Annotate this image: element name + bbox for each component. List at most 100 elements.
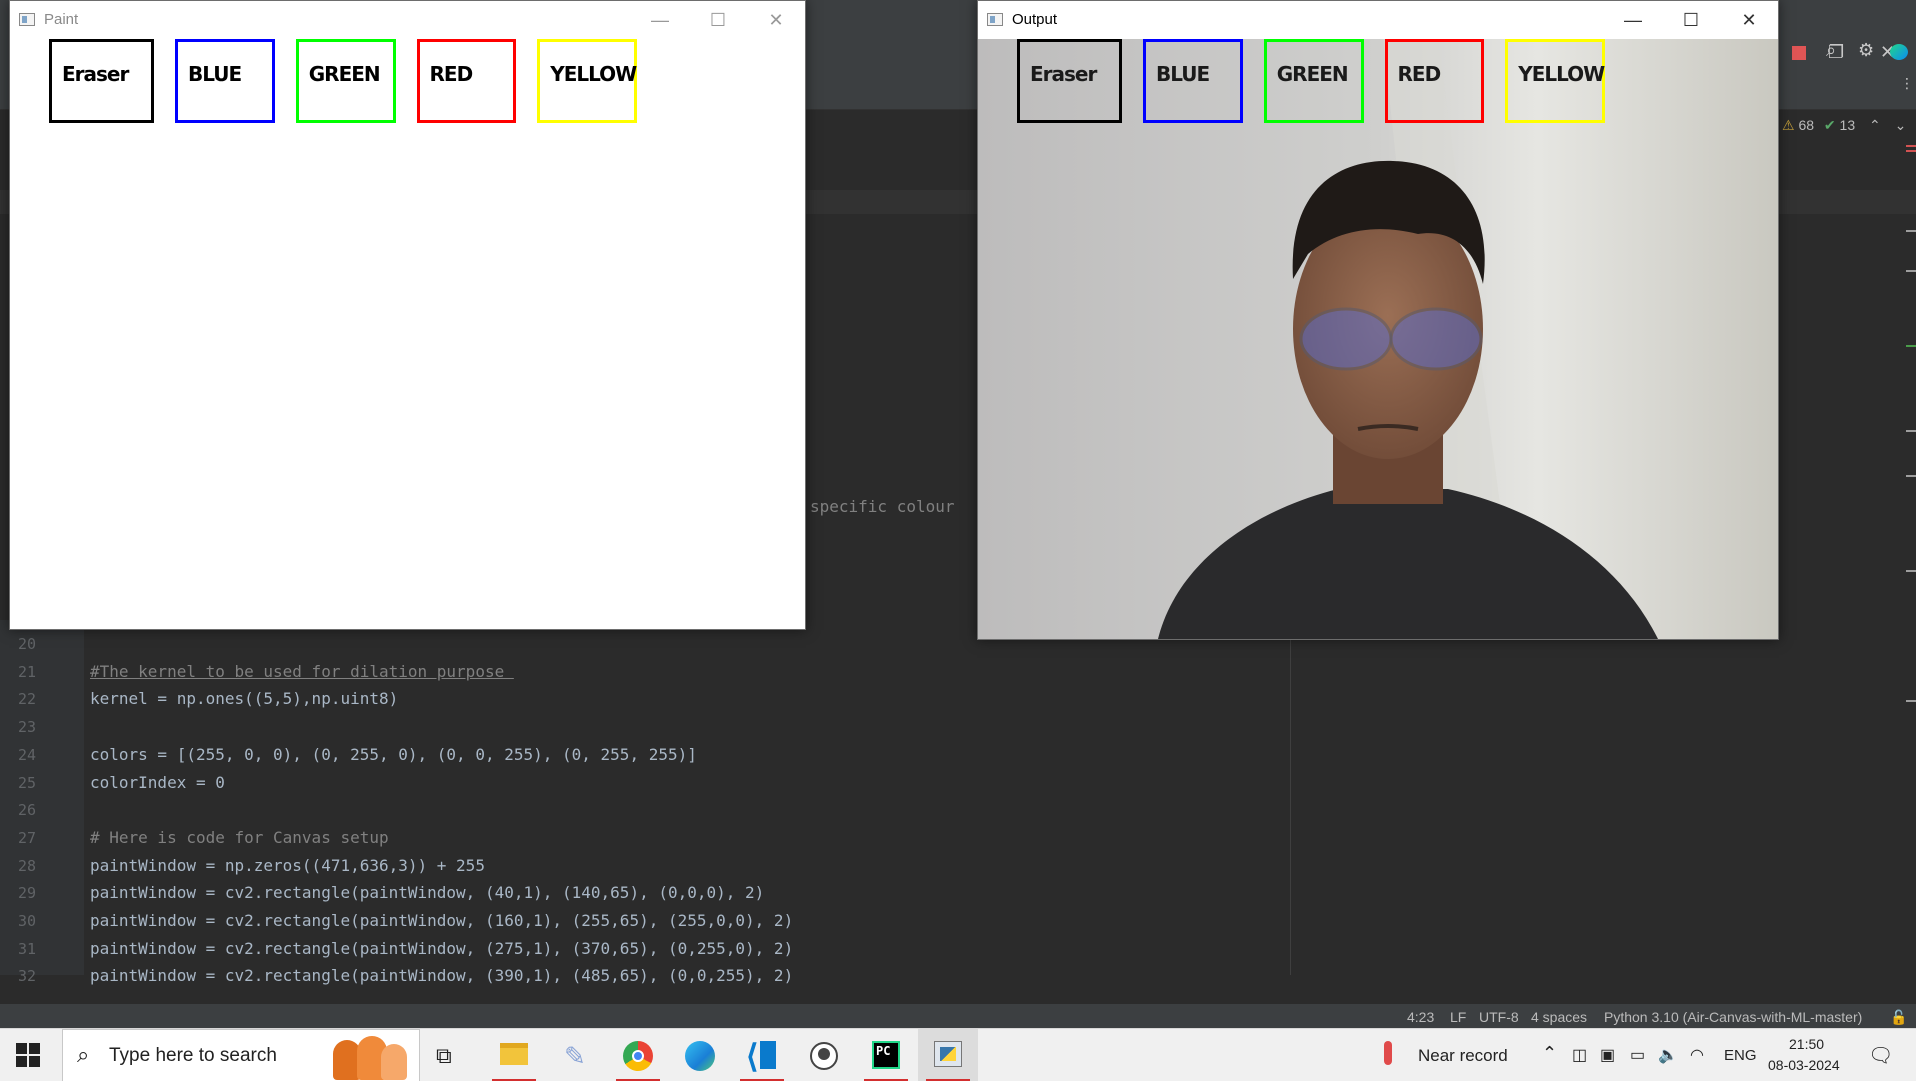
scroll-marker[interactable] <box>1906 270 1916 272</box>
error-marker[interactable] <box>1906 145 1916 147</box>
taskbar-search[interactable]: ⌕ Type here to search <box>62 1029 420 1081</box>
battery-icon[interactable]: ▭ <box>1630 1045 1645 1065</box>
canvas-red-button: RED <box>416 39 517 123</box>
close-button[interactable]: ✕ <box>1720 1 1778 39</box>
clock-time[interactable]: 21:50 <box>1789 1036 1824 1052</box>
line-number: 30 <box>17 912 36 930</box>
stop-icon[interactable] <box>1792 46 1806 60</box>
search-highlight-art <box>313 1034 413 1080</box>
python-icon[interactable] <box>918 1029 978 1081</box>
file-encoding[interactable]: UTF-8 <box>1479 1009 1519 1025</box>
window-title: Paint <box>44 11 79 28</box>
search-icon[interactable]: ⌕ <box>1826 40 1836 61</box>
whatsapp-icon[interactable] <box>794 1029 854 1081</box>
notification-icon[interactable]: 🗨 <box>1868 1043 1893 1068</box>
error-marker[interactable] <box>1906 150 1916 152</box>
scroll-marker[interactable] <box>1906 700 1916 702</box>
chevron-up-icon[interactable]: ⌃ <box>1869 117 1881 133</box>
code-line[interactable]: kernel = np.ones((5,5),np.uint8) <box>90 689 398 708</box>
canvas-green-button: GREEN <box>295 39 396 123</box>
paint-3d-icon[interactable]: ✎ <box>546 1029 606 1081</box>
chrome-icon[interactable] <box>608 1029 668 1081</box>
chevron-down-icon[interactable]: ⌄ <box>1895 117 1907 133</box>
canvas-yellow-button: YELLOW <box>537 39 637 123</box>
code-line[interactable]: colors = [(255, 0, 0), (0, 255, 0), (0, … <box>90 745 697 764</box>
warning-count: 68 <box>1798 117 1815 133</box>
code-line[interactable]: paintWindow = cv2.rectangle(paintWindow,… <box>90 966 793 985</box>
scroll-marker[interactable] <box>1906 570 1916 572</box>
indent-setting[interactable]: 4 spaces <box>1531 1009 1587 1025</box>
chevron-up-icon[interactable]: ⌃ <box>1542 1043 1557 1064</box>
windows-start-icon[interactable] <box>16 1043 40 1067</box>
edge-icon[interactable] <box>670 1029 730 1081</box>
paint-canvas[interactable]: Eraser BLUE GREEN RED YELLOW <box>10 39 805 629</box>
clock-date[interactable]: 08-03-2024 <box>1768 1057 1840 1073</box>
line-number: 25 <box>17 773 36 792</box>
desktop: ❐ ✕ ⌕ ⚙ ⋮ ⚠ 68 ✔ 13 ⌃ ⌄ specific colour … <box>0 0 1916 1081</box>
canvas-yellow-button: YELLOW <box>1505 39 1605 123</box>
code-line[interactable]: #The kernel to be used for dilation purp… <box>90 662 514 681</box>
code-comment-fragment: specific colour <box>810 497 955 516</box>
window-title: Output <box>1012 11 1058 28</box>
thermometer-icon[interactable] <box>1384 1041 1392 1065</box>
code-line[interactable]: # Here is code for Canvas setup <box>90 828 389 847</box>
device-icon[interactable]: ▣ <box>1600 1045 1615 1065</box>
warning-icon: ⚠ <box>1782 117 1795 133</box>
line-number: 29 <box>17 884 36 903</box>
canvas-blue-button: BLUE <box>175 39 275 123</box>
assistant-icon[interactable] <box>1890 44 1908 60</box>
scroll-marker[interactable] <box>1906 475 1916 477</box>
code-line[interactable]: colorIndex = 0 <box>90 773 225 792</box>
language-indicator[interactable]: ENG <box>1724 1047 1757 1064</box>
cursor-position[interactable]: 4:23 <box>1407 1009 1434 1025</box>
task-view-icon[interactable]: ⧉ <box>436 1043 452 1069</box>
inspection-widget[interactable]: ⚠ 68 ✔ 13 ⌃ ⌄ <box>1782 117 1906 134</box>
taskbar: ⌕ Type here to search ⧉ ✎ ⟨ PC Near reco… <box>0 1028 1916 1081</box>
vscode-icon[interactable]: ⟨ <box>732 1029 792 1081</box>
minimize-button[interactable]: — <box>1604 1 1662 39</box>
output-overlay: Eraser BLUE GREEN RED YELLOW <box>978 39 1778 639</box>
python-interpreter[interactable]: Python 3.10 (Air-Canvas-with-ML-master) <box>1604 1009 1862 1025</box>
canvas-green-button: GREEN <box>1263 39 1364 123</box>
ok-count: 13 <box>1839 117 1856 133</box>
line-number: 20 <box>17 635 36 653</box>
maximize-button[interactable]: ☐ <box>689 1 747 39</box>
change-marker[interactable] <box>1906 345 1916 347</box>
gear-icon[interactable]: ⚙ <box>1858 40 1874 61</box>
file-explorer-icon[interactable] <box>484 1029 544 1081</box>
canvas-blue-button: BLUE <box>1143 39 1243 123</box>
app-icon <box>987 13 1003 26</box>
line-number: 28 <box>17 856 36 875</box>
line-number: 21 <box>17 662 36 681</box>
volume-icon[interactable]: 🔈 <box>1658 1045 1678 1065</box>
code-line[interactable]: paintWindow = cv2.rectangle(paintWindow,… <box>90 883 764 902</box>
more-icon[interactable]: ⋮ <box>1900 76 1914 92</box>
right-margin-guide <box>1290 620 1291 975</box>
wifi-icon[interactable]: ◠ <box>1690 1045 1704 1065</box>
maximize-button[interactable]: ☐ <box>1662 1 1720 39</box>
line-number: 32 <box>17 967 36 986</box>
lock-icon[interactable]: 🔓 <box>1890 1009 1907 1026</box>
canvas-eraser-button: Eraser <box>1017 39 1122 123</box>
pycharm-icon[interactable]: PC <box>856 1029 916 1081</box>
line-number: 31 <box>17 939 36 958</box>
code-line[interactable]: paintWindow = np.zeros((471,636,3)) + 25… <box>90 856 485 875</box>
close-button[interactable]: ✕ <box>747 1 805 39</box>
output-window[interactable]: Output — ☐ ✕ Eraser BLUE GREEN RED YELLO… <box>977 0 1779 640</box>
output-titlebar[interactable]: Output — ☐ ✕ <box>978 1 1778 39</box>
canvas-red-button: RED <box>1384 39 1485 123</box>
code-line[interactable]: paintWindow = cv2.rectangle(paintWindow,… <box>90 939 793 958</box>
line-number: 23 <box>17 718 36 737</box>
line-number: 22 <box>17 690 36 709</box>
scroll-marker[interactable] <box>1906 230 1916 232</box>
check-icon: ✔ <box>1823 117 1836 133</box>
paint-titlebar[interactable]: Paint — ☐ ✕ <box>10 1 805 39</box>
code-line[interactable]: paintWindow = cv2.rectangle(paintWindow,… <box>90 911 793 930</box>
line-number: 27 <box>17 828 36 847</box>
minimize-button[interactable]: — <box>631 1 689 39</box>
paint-window[interactable]: Paint — ☐ ✕ Eraser BLUE GREEN RED YELLOW <box>9 0 806 630</box>
scroll-marker[interactable] <box>1906 430 1916 432</box>
meet-now-icon[interactable]: ◫ <box>1572 1045 1587 1065</box>
weather-text[interactable]: Near record <box>1418 1046 1508 1066</box>
line-separator[interactable]: LF <box>1450 1009 1466 1025</box>
